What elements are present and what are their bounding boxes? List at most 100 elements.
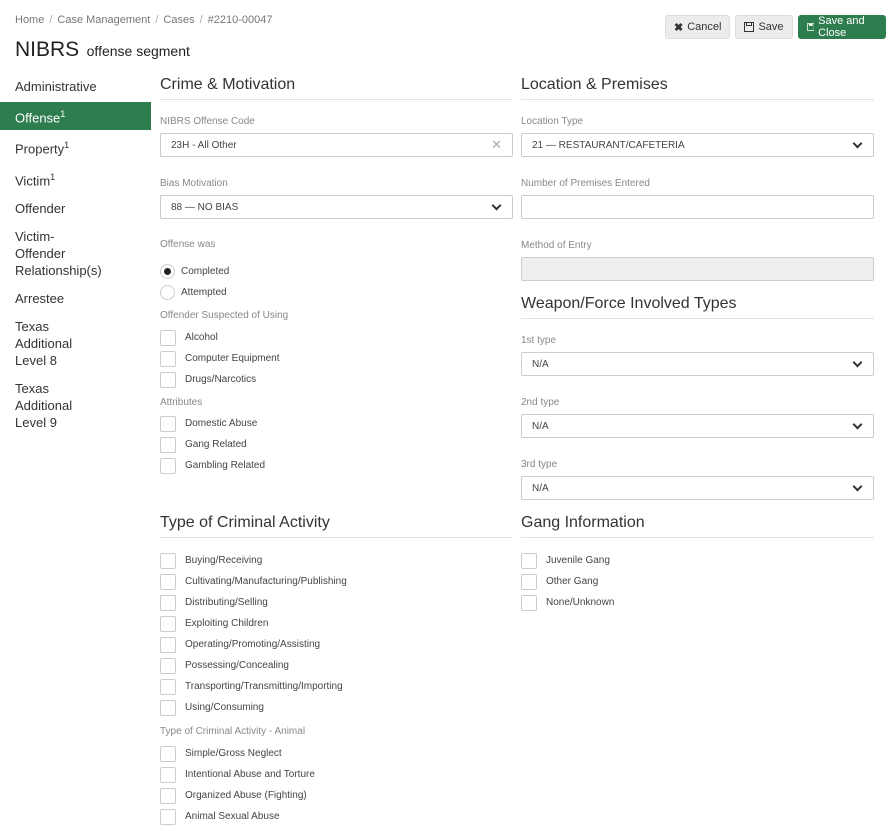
checkbox-icon (160, 415, 176, 432)
checkbox-using-consuming[interactable]: Using/Consuming (160, 699, 513, 716)
offense-was-label: Offense was (160, 239, 216, 250)
sidebar-item-victim-offender-relationships[interactable]: Victim-Offender Relationship(s) (0, 224, 110, 283)
criminal-activity-section: Type of Criminal Activity Buying/Receivi… (160, 514, 513, 825)
save-button[interactable]: Save (735, 15, 793, 39)
second-type-select[interactable]: N/A (521, 414, 874, 438)
third-type-label: 3rd type (521, 459, 558, 470)
weapon-force-heading: Weapon/Force Involved Types (521, 295, 874, 319)
criminal-activity-list: Buying/Receiving Cultivating/Manufacturi… (160, 552, 513, 716)
checkbox-icon (521, 552, 537, 569)
gang-information-list: Juvenile Gang Other Gang None/Unknown (521, 552, 874, 611)
checkbox-cultivating[interactable]: Cultivating/Manufacturing/Publishing (160, 573, 513, 590)
checkbox-icon (160, 699, 176, 716)
premises-entered-label: Number of Premises Entered (521, 178, 650, 189)
completed-label: Completed (181, 266, 230, 277)
property-count-badge: 1 (64, 140, 70, 151)
bias-motivation-label: Bias Motivation (160, 178, 228, 189)
floppy-disk-icon (744, 22, 755, 32)
toolbar: ✖ Cancel Save Save and Close (665, 15, 886, 39)
checkbox-icon (521, 573, 537, 590)
checkbox-icon (160, 766, 176, 783)
checkbox-icon (160, 329, 176, 346)
checkbox-gang-related[interactable]: Gang Related (160, 436, 513, 453)
radio-empty-icon (160, 285, 175, 300)
sidebar-item-victim[interactable]: Victim1 (0, 165, 151, 193)
checkbox-icon (160, 636, 176, 653)
sidebar-item-offense[interactable]: Offense1 (0, 102, 151, 131)
checkbox-organized-abuse[interactable]: Organized Abuse (Fighting) (160, 787, 513, 804)
checkbox-animal-sexual-abuse[interactable]: Animal Sexual Abuse (160, 808, 513, 825)
breadcrumb-case-management[interactable]: Case Management (57, 14, 150, 26)
chevron-down-icon (852, 481, 863, 491)
sidebar-item-property[interactable]: Property1 (0, 133, 151, 161)
checkbox-icon (160, 787, 176, 804)
offense-code-field[interactable]: 23H - All Other ✕ (160, 133, 513, 157)
floppy-disk-icon (806, 23, 815, 31)
checkbox-juvenile-gang[interactable]: Juvenile Gang (521, 552, 874, 569)
chevron-down-icon (491, 200, 502, 210)
checkbox-computer-equipment[interactable]: Computer Equipment (160, 350, 513, 367)
checkbox-possessing[interactable]: Possessing/Concealing (160, 657, 513, 674)
third-type-select[interactable]: N/A (521, 476, 874, 500)
checkbox-drugs-narcotics[interactable]: Drugs/Narcotics (160, 371, 513, 388)
attempted-radio[interactable]: Attempted (160, 285, 513, 300)
checkbox-simple-neglect[interactable]: Simple/Gross Neglect (160, 745, 513, 762)
checkbox-icon (160, 552, 176, 569)
sidebar-item-arrestee[interactable]: Arrestee (0, 286, 151, 311)
sidebar-item-texas-level-9[interactable]: Texas Additional Level 9 (0, 376, 120, 435)
sidebar-item-administrative[interactable]: Administrative (0, 74, 151, 99)
checkbox-operating[interactable]: Operating/Promoting/Assisting (160, 636, 513, 653)
cancel-button[interactable]: ✖ Cancel (665, 15, 731, 39)
checkbox-domestic-abuse[interactable]: Domestic Abuse (160, 415, 513, 432)
location-premises-section: Location & Premises Location Type 21 — R… (521, 76, 874, 281)
checkbox-alcohol[interactable]: Alcohol (160, 329, 513, 346)
sidebar-item-texas-level-8[interactable]: Texas Additional Level 8 (0, 314, 120, 373)
checkbox-icon (521, 594, 537, 611)
sidebar-nav: Administrative Offense1 Property1 Victim… (0, 74, 151, 435)
checkbox-exploiting-children[interactable]: Exploiting Children (160, 615, 513, 632)
cancel-label: Cancel (687, 21, 722, 33)
checkbox-icon (160, 457, 176, 474)
checkbox-transporting[interactable]: Transporting/Transmitting/Importing (160, 678, 513, 695)
checkbox-intentional-abuse[interactable]: Intentional Abuse and Torture (160, 766, 513, 783)
attributes-list: Domestic Abuse Gang Related Gambling Rel… (160, 415, 513, 474)
completed-radio[interactable]: Completed (160, 264, 513, 279)
checkbox-icon (160, 436, 176, 453)
first-type-label: 1st type (521, 335, 557, 346)
gang-information-heading: Gang Information (521, 514, 874, 538)
premises-entered-input[interactable] (521, 195, 874, 219)
chevron-down-icon (852, 138, 863, 148)
weapon-force-section: Weapon/Force Involved Types 1st type N/A… (521, 295, 874, 500)
sidebar-item-offender[interactable]: Offender (0, 196, 151, 221)
checkbox-icon (160, 350, 176, 367)
bias-motivation-select[interactable]: 88 — NO BIAS (160, 195, 513, 219)
first-type-select[interactable]: N/A (521, 352, 874, 376)
chevron-down-icon (852, 357, 863, 367)
attributes-label: Attributes (160, 397, 203, 408)
location-type-select[interactable]: 21 — RESTAURANT/CAFETERIA (521, 133, 874, 157)
checkbox-buying-receiving[interactable]: Buying/Receiving (160, 552, 513, 569)
checkbox-gambling-related[interactable]: Gambling Related (160, 457, 513, 474)
criminal-activity-heading: Type of Criminal Activity (160, 514, 513, 538)
page-title-main: NIBRS (15, 38, 80, 61)
breadcrumb: Home / Case Management / Cases / #2210-0004… (15, 14, 273, 26)
checkbox-icon (160, 808, 176, 825)
radio-selected-icon (160, 264, 175, 279)
save-and-close-button[interactable]: Save and Close (797, 15, 886, 39)
location-type-label: Location Type (521, 116, 584, 127)
checkbox-icon (160, 615, 176, 632)
offense-code-value: 23H - All Other (171, 139, 237, 151)
checkbox-icon (160, 594, 176, 611)
breadcrumb-case-number: #2210-00047 (207, 14, 273, 26)
checkbox-distributing[interactable]: Distributing/Selling (160, 594, 513, 611)
checkbox-other-gang[interactable]: Other Gang (521, 573, 874, 590)
suspected-using-label: Offender Suspected of Using (160, 310, 289, 321)
breadcrumb-cases[interactable]: Cases (163, 14, 194, 26)
page-title-sub: offense segment (86, 43, 190, 59)
breadcrumb-home[interactable]: Home (15, 14, 44, 26)
crime-motivation-section: Crime & Motivation NIBRS Offense Code 23… (160, 76, 513, 474)
checkbox-none-unknown[interactable]: None/Unknown (521, 594, 874, 611)
bias-motivation-value: 88 — NO BIAS (171, 201, 239, 213)
clear-icon[interactable]: ✕ (491, 137, 502, 153)
checkbox-icon (160, 657, 176, 674)
